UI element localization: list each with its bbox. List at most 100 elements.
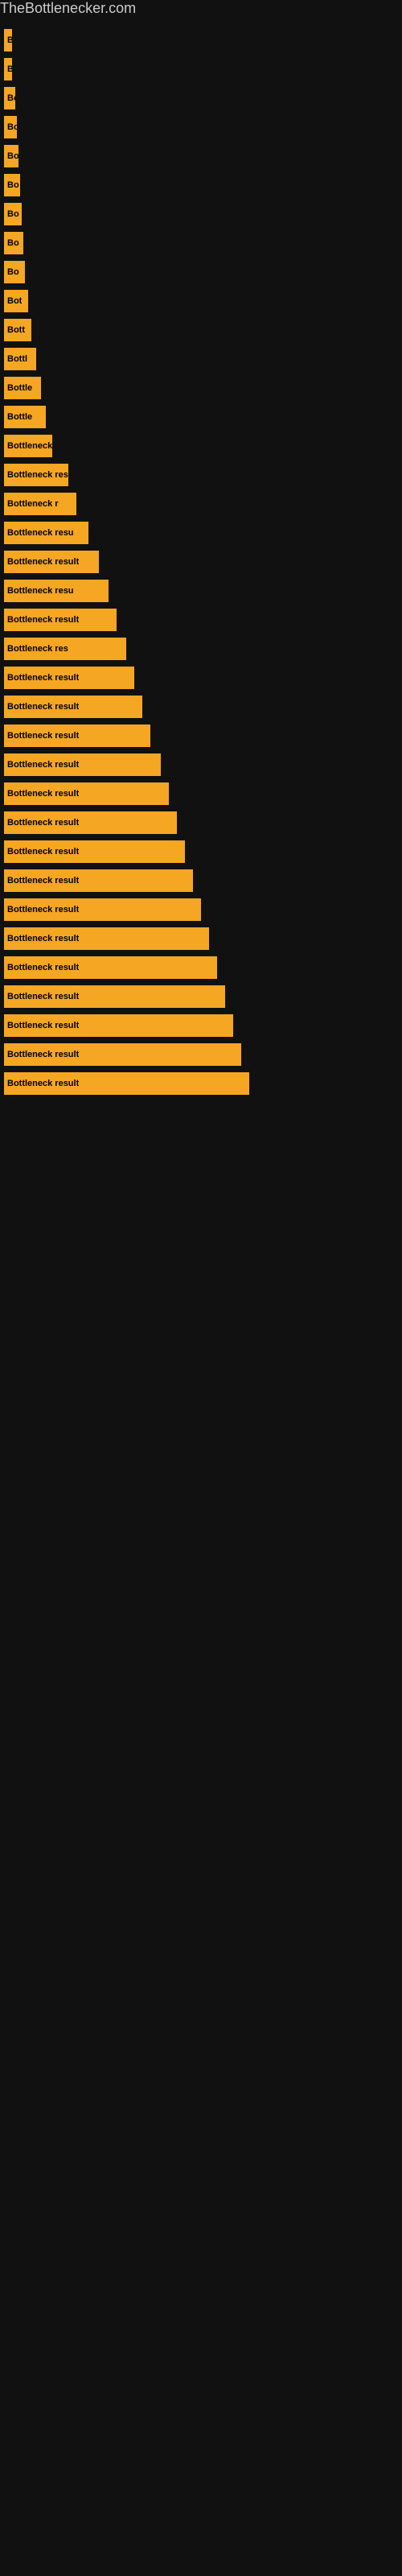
bar-row: Bottle bbox=[4, 406, 402, 428]
bars-container: B B Bo Bo Bo Bo Bo Bo Bo Bot Bott Bottl Bottle Bottle… bbox=[0, 17, 402, 1101]
bar-row: Bottl bbox=[4, 348, 402, 370]
bar-row: Bo bbox=[4, 174, 402, 196]
bar-row: Bottleneck result bbox=[4, 869, 402, 892]
bar-label: Bottleneck result bbox=[7, 1050, 79, 1059]
bar-row: Bottleneck res bbox=[4, 464, 402, 486]
bar: Bottleneck result bbox=[4, 1072, 249, 1095]
bar-label: Bottleneck result bbox=[7, 905, 79, 914]
bar: Bot bbox=[4, 290, 28, 312]
bar-row: Bot bbox=[4, 290, 402, 312]
bar-row: Bottleneck result bbox=[4, 609, 402, 631]
bar-row: Bottleneck result bbox=[4, 1072, 402, 1095]
bar-label: Bottleneck result bbox=[7, 992, 79, 1001]
bar-row: Bottleneck r bbox=[4, 493, 402, 515]
bar: Bottleneck result bbox=[4, 667, 134, 689]
bar: Bottleneck result bbox=[4, 753, 161, 776]
bar-row: Bottleneck result bbox=[4, 551, 402, 573]
bar: Bottleneck result bbox=[4, 927, 209, 950]
bar-label: Bottle bbox=[7, 412, 32, 422]
bar-label: Bottleneck result bbox=[7, 615, 79, 625]
bar-row: Bottleneck resu bbox=[4, 580, 402, 602]
bar: Bottle bbox=[4, 406, 46, 428]
bar-label: Bottleneck result bbox=[7, 789, 79, 799]
bar-label: Bottleneck result bbox=[7, 731, 79, 741]
bar-label: Bot bbox=[7, 296, 22, 306]
bar-label: Bottle bbox=[7, 383, 32, 393]
bar-row: Bottleneck result bbox=[4, 724, 402, 747]
bar: Bo bbox=[4, 116, 17, 138]
bar: Bottleneck result bbox=[4, 840, 185, 863]
bar-row: Bottleneck res bbox=[4, 638, 402, 660]
bar-label: Bo bbox=[7, 151, 18, 161]
bar: Bottleneck result bbox=[4, 551, 99, 573]
bar: Bottl bbox=[4, 348, 36, 370]
bar-label: Bottleneck result bbox=[7, 1079, 79, 1088]
bar-label: Bo bbox=[7, 93, 15, 103]
bar-row: Bo bbox=[4, 203, 402, 225]
bar: Bo bbox=[4, 174, 20, 196]
bar: Bottleneck bbox=[4, 435, 52, 457]
bar: Bottleneck result bbox=[4, 1014, 233, 1037]
bar: Bottle bbox=[4, 377, 41, 399]
bar-row: Bottleneck result bbox=[4, 811, 402, 834]
bar: B bbox=[4, 58, 12, 80]
bar-row: Bottleneck bbox=[4, 435, 402, 457]
bar: Bott bbox=[4, 319, 31, 341]
site-title: TheBottlenecker.com bbox=[0, 0, 402, 17]
bar: Bottleneck result bbox=[4, 869, 193, 892]
bar-label: Bo bbox=[7, 238, 19, 248]
bar-row: Bo bbox=[4, 145, 402, 167]
bar: Bo bbox=[4, 261, 25, 283]
bar: B bbox=[4, 29, 12, 52]
bar: Bottleneck result bbox=[4, 609, 117, 631]
bar-row: Bottleneck result bbox=[4, 1043, 402, 1066]
bar-label: Bottleneck result bbox=[7, 557, 79, 567]
bar-label: Bottleneck result bbox=[7, 760, 79, 770]
bar-label: B bbox=[7, 64, 12, 74]
bar: Bottleneck res bbox=[4, 464, 68, 486]
bar: Bottleneck r bbox=[4, 493, 76, 515]
bar: Bottleneck result bbox=[4, 898, 201, 921]
bar-label: Bottleneck result bbox=[7, 963, 79, 972]
bar: Bottleneck result bbox=[4, 1043, 241, 1066]
bar-label: B bbox=[7, 35, 12, 45]
bar-label: Bottleneck res bbox=[7, 470, 68, 480]
bar-label: Bottleneck res bbox=[7, 644, 68, 654]
bar: Bottleneck result bbox=[4, 956, 217, 979]
bar-row: Bottleneck result bbox=[4, 667, 402, 689]
bar-label: Bottleneck resu bbox=[7, 528, 74, 538]
bar-row: Bott bbox=[4, 319, 402, 341]
bar-label: Bottleneck resu bbox=[7, 586, 74, 596]
bar-label: Bottleneck r bbox=[7, 499, 59, 509]
bar-row: Bottleneck resu bbox=[4, 522, 402, 544]
bar-row: B bbox=[4, 29, 402, 52]
bar: Bottleneck result bbox=[4, 811, 177, 834]
bar-label: Bottleneck result bbox=[7, 934, 79, 943]
bar-row: Bo bbox=[4, 261, 402, 283]
bar: Bottleneck result bbox=[4, 985, 225, 1008]
bar-row: Bottleneck result bbox=[4, 1014, 402, 1037]
bar-row: Bottleneck result bbox=[4, 898, 402, 921]
bar-row: Bottleneck result bbox=[4, 782, 402, 805]
bar-row: Bottleneck result bbox=[4, 840, 402, 863]
bar-label: Bo bbox=[7, 180, 19, 190]
bar: Bottleneck res bbox=[4, 638, 126, 660]
bar: Bo bbox=[4, 145, 18, 167]
bar-row: Bottleneck result bbox=[4, 696, 402, 718]
bar-label: Bo bbox=[7, 122, 17, 132]
bar-row: Bottleneck result bbox=[4, 927, 402, 950]
bar-label: Bottleneck result bbox=[7, 1021, 79, 1030]
bar-row: Bo bbox=[4, 87, 402, 109]
bar: Bo bbox=[4, 203, 22, 225]
bar: Bottleneck resu bbox=[4, 580, 109, 602]
bar-label: Bottleneck bbox=[7, 441, 52, 451]
bar-label: Bo bbox=[7, 267, 19, 277]
bar: Bo bbox=[4, 232, 23, 254]
bar: Bottleneck result bbox=[4, 782, 169, 805]
bar: Bo bbox=[4, 87, 15, 109]
bar-label: Bottleneck result bbox=[7, 847, 79, 857]
bar-row: Bottleneck result bbox=[4, 956, 402, 979]
bar-row: Bottleneck result bbox=[4, 753, 402, 776]
bar-row: Bo bbox=[4, 232, 402, 254]
bar-row: Bottleneck result bbox=[4, 985, 402, 1008]
